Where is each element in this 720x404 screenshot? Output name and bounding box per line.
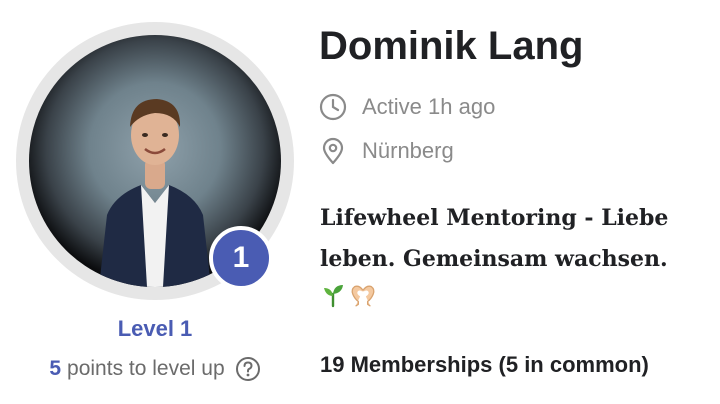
points-suffix: points to level up <box>67 357 225 380</box>
location-text: Nürnberg <box>362 138 454 163</box>
location: Nürnberg <box>318 136 454 166</box>
active-status: Active 1h ago <box>318 92 495 122</box>
bio-text: Lifewheel Mentoring - Liebe leben. Gemei… <box>320 205 669 272</box>
clock-icon <box>318 92 348 122</box>
level-label[interactable]: Level 1 <box>0 316 310 342</box>
location-pin-icon <box>318 136 348 166</box>
seedling-icon <box>320 282 346 308</box>
points-value: 5 <box>49 357 62 380</box>
heart-hands-icon <box>350 282 376 308</box>
profile-sidebar: 1 Level 1 5 points to level up <box>0 0 310 404</box>
points-to-level-up: 5 points to level up <box>0 356 310 382</box>
memberships-count[interactable]: 19 Memberships (5 in common) <box>320 352 649 378</box>
level-badge: 1 <box>209 226 273 290</box>
profile-name: Dominik Lang <box>319 24 584 68</box>
bio-emojis <box>320 282 690 308</box>
level-number: 1 <box>232 241 250 274</box>
profile-bio: Lifewheel Mentoring - Liebe leben. Gemei… <box>320 198 690 308</box>
help-circle-icon[interactable] <box>235 356 261 382</box>
active-text: Active 1h ago <box>362 94 496 119</box>
